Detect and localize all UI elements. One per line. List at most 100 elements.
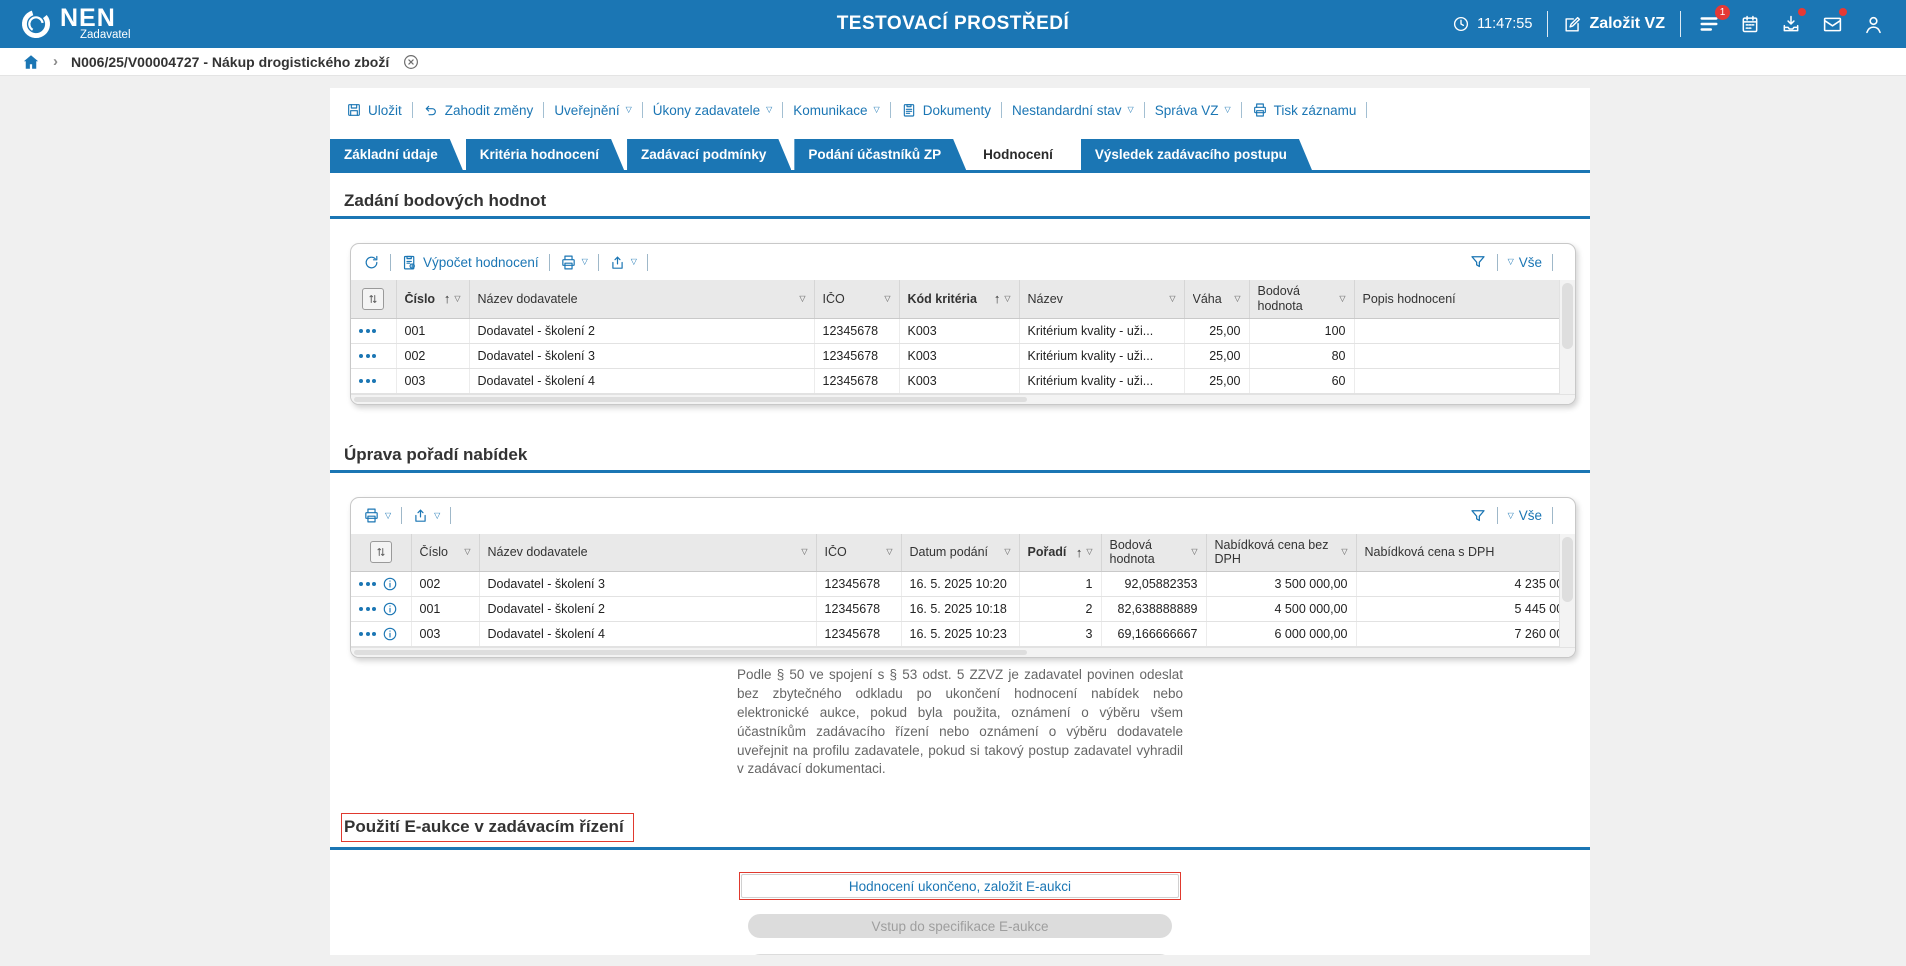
show-all-button[interactable]: ▽Vše (1508, 508, 1542, 523)
toolbar-label: Uveřejnění (554, 103, 619, 118)
column-filter-icon[interactable]: ▽ (1191, 548, 1197, 556)
column-header-datum-podani[interactable]: Datum podání▽ (901, 534, 1019, 572)
dropdown-caret-icon: ▽ (626, 106, 632, 114)
home-icon[interactable] (22, 53, 40, 71)
column-filter-icon[interactable]: ▽ (884, 295, 890, 303)
downloads-icon[interactable] (1778, 11, 1804, 37)
horizontal-scrollbar[interactable] (351, 394, 1575, 404)
row-info-icon[interactable] (382, 601, 398, 617)
row-info-icon[interactable] (382, 626, 398, 642)
row-menu-button[interactable] (359, 354, 376, 358)
filter-funnel-icon[interactable] (1469, 507, 1487, 525)
section-title: Zadání bodových hodnot (344, 191, 546, 210)
column-filter-icon[interactable]: ▽ (1341, 548, 1347, 556)
create-vz-button[interactable]: Založit VZ (1563, 15, 1665, 34)
dropdown-caret-icon: ▽ (1508, 512, 1514, 520)
column-filter-icon[interactable]: ▽ (799, 295, 805, 303)
docs-icon (901, 102, 917, 118)
messages-icon[interactable] (1819, 11, 1845, 37)
cell-nabidkova-cena-bez-dph: 6 000 000,00 (1206, 622, 1356, 647)
grid-tool-vypocet-hodnoceni[interactable]: Výpočet hodnocení (401, 254, 539, 271)
tab-zakladni-udaje[interactable]: Základní údaje (330, 139, 463, 170)
row-info-icon[interactable] (382, 576, 398, 592)
column-filter-icon[interactable]: ▽ (464, 548, 470, 556)
column-header-ico[interactable]: IČO▽ (816, 534, 901, 572)
tab-kriteria-hodnoceni[interactable]: Kritéria hodnocení (466, 139, 624, 170)
breadcrumb-close-icon[interactable] (402, 53, 420, 71)
cell-nazev-dodavatele: Dodavatel - školení 4 (469, 368, 814, 393)
column-header-nazev-dodavatele[interactable]: Název dodavatele▽ (469, 280, 814, 318)
toolbar-uverejneni[interactable]: Uveřejnění ▽ (554, 103, 631, 118)
grid-tool-print[interactable]: ▽ (560, 254, 588, 271)
row-menu-button[interactable] (359, 379, 376, 383)
toolbar-zahodit-zmeny[interactable]: Zahodit změny (423, 102, 534, 118)
finish-evaluation-create-eauction-button[interactable]: Hodnocení ukončeno, založit E-aukci (741, 874, 1179, 898)
column-header-poradi[interactable]: Pořadí↑▽ (1019, 534, 1101, 572)
column-header-cislo[interactable]: Číslo↑▽ (396, 280, 469, 318)
vertical-scrollbar[interactable] (1559, 534, 1575, 648)
column-filter-icon[interactable]: ▽ (801, 548, 807, 556)
column-header-nazev[interactable]: Název▽ (1019, 280, 1184, 318)
info-icon (382, 576, 398, 592)
toolbar-komunikace[interactable]: Komunikace▽ (793, 103, 879, 118)
row-menu-button[interactable] (359, 582, 376, 586)
column-header-popis-hodnoceni[interactable]: Popis hodnocení (1354, 280, 1559, 318)
user-icon[interactable] (1860, 11, 1886, 37)
calendar-icon[interactable] (1737, 11, 1763, 37)
tab-podani-ucastniku-zp[interactable]: Podání účastníků ZP (794, 139, 966, 170)
column-header-bodova-hodnota[interactable]: Bodová hodnota▽ (1249, 280, 1354, 318)
column-header-nabidkova-cena-bez-dph[interactable]: Nabídková cena bez DPH▽ (1206, 534, 1356, 572)
grid-tool-refresh[interactable] (363, 254, 380, 271)
grid-tool-print[interactable]: ▽ (363, 507, 391, 524)
toolbar-sprava-vz[interactable]: Správa VZ▽ (1155, 103, 1231, 118)
toolbar-ulozit[interactable]: Uložit (346, 102, 402, 118)
column-chooser-button[interactable] (370, 541, 392, 563)
column-filter-icon[interactable]: ▽ (1004, 548, 1010, 556)
toolbar-tisk-zaznamu[interactable]: Tisk záznamu (1252, 102, 1357, 118)
horizontal-scrollbar[interactable] (351, 647, 1575, 657)
column-header-vaha[interactable]: Váha▽ (1184, 280, 1249, 318)
legal-note: Podle § 50 ve spojení s § 53 odst. 5 ZZV… (737, 666, 1183, 779)
menu-icon[interactable]: 1 (1696, 11, 1722, 37)
clock-icon (1452, 15, 1470, 33)
show-all-button[interactable]: ▽Vše (1508, 255, 1542, 270)
downloads-alert-dot (1798, 8, 1806, 16)
column-label: IČO (823, 292, 881, 306)
tab-hodnoceni[interactable]: Hodnocení (969, 139, 1078, 170)
grid-tool-export[interactable]: ▽ (609, 254, 637, 271)
column-filter-icon[interactable]: ▽ (1086, 548, 1092, 556)
grid-tool-export[interactable]: ▽ (412, 507, 440, 524)
column-header-ico[interactable]: IČO▽ (814, 280, 899, 318)
column-header-bodova-hodnota[interactable]: Bodová hodnota▽ (1101, 534, 1206, 572)
column-filter-icon[interactable]: ▽ (1234, 295, 1240, 303)
cell-poradi: 2 (1019, 597, 1101, 622)
cell-datum-podani: 16. 5. 2025 10:18 (901, 597, 1019, 622)
row-menu-button[interactable] (359, 329, 376, 333)
tab-vysledek-zadavaciho-postupu[interactable]: Výsledek zadávacího postupu (1081, 139, 1312, 170)
toolbar-dokumenty[interactable]: Dokumenty (901, 102, 991, 118)
dropdown-caret-icon: ▽ (766, 106, 772, 114)
column-header-cislo[interactable]: Číslo▽ (411, 534, 479, 572)
row-menu-button[interactable] (359, 607, 376, 611)
divider (412, 102, 413, 118)
vertical-scrollbar[interactable] (1559, 280, 1575, 394)
column-filter-icon[interactable]: ▽ (1339, 295, 1345, 303)
toolbar-ukony-zadavatele[interactable]: Úkony zadavatele▽ (653, 103, 772, 118)
column-filter-icon[interactable]: ▽ (1004, 295, 1010, 303)
column-filter-icon[interactable]: ▽ (454, 295, 460, 303)
column-filter-icon[interactable]: ▽ (886, 548, 892, 556)
cell-ico: 12345678 (816, 572, 901, 597)
toolbar-nestandardni-stav[interactable]: Nestandardní stav▽ (1012, 103, 1134, 118)
row-menu-button[interactable] (359, 632, 376, 636)
column-header-nazev-dodavatele[interactable]: Název dodavatele▽ (479, 534, 816, 572)
nen-logo[interactable]: NEN Zadavatel (20, 6, 131, 42)
table-row: 003Dodavatel - školení 412345678K003Krit… (351, 368, 1559, 393)
column-chooser-button[interactable] (362, 288, 384, 310)
column-filter-icon[interactable]: ▽ (1169, 295, 1175, 303)
tab-zadavaci-podminky[interactable]: Zadávací podmínky (627, 139, 791, 170)
filter-funnel-icon[interactable] (1469, 253, 1487, 271)
colcfg-icon (366, 292, 380, 306)
column-label: Bodová hodnota (1258, 284, 1336, 313)
column-header-nabidkova-cena-s-dph[interactable]: Nabídková cena s DPH (1356, 534, 1559, 572)
column-header-kod-kriteria[interactable]: Kód kritéria↑▽ (899, 280, 1019, 318)
